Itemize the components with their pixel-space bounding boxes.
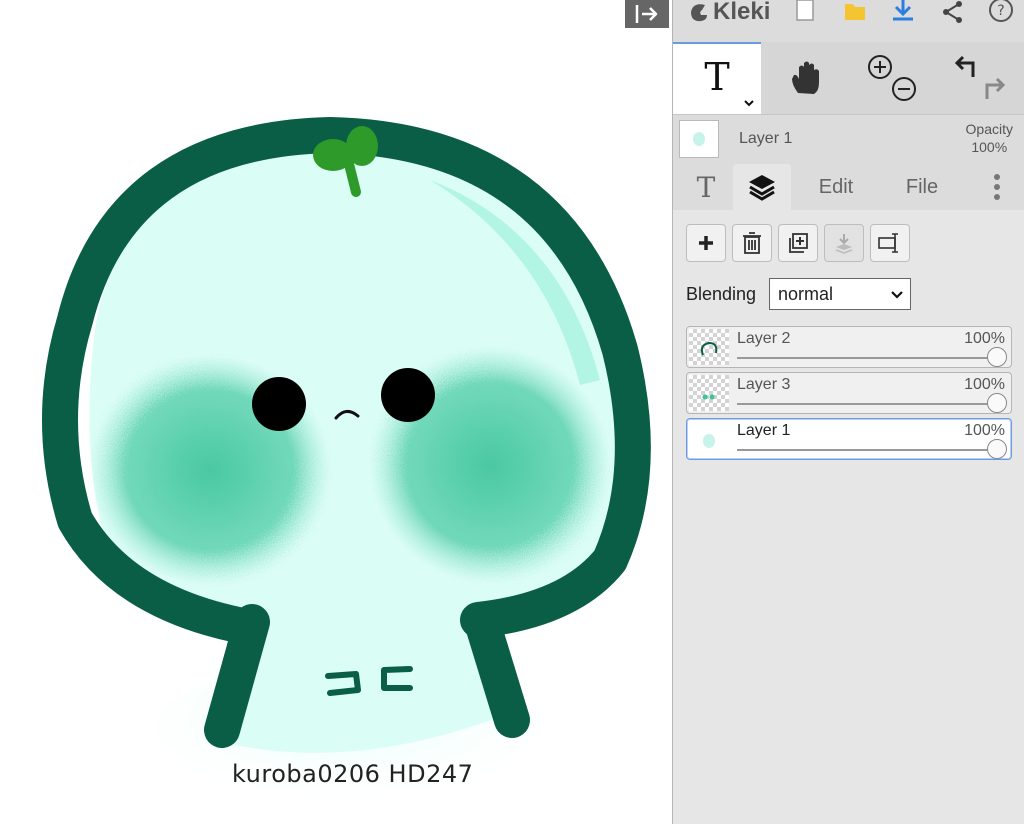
right-eye xyxy=(381,368,435,422)
layer-preview xyxy=(702,394,715,400)
layer-opacity: 100% xyxy=(964,376,1005,393)
plus-icon xyxy=(699,236,713,250)
layer-row-layer-3[interactable]: Layer 3 100% xyxy=(686,372,1012,414)
zoom-buttons[interactable] xyxy=(851,42,937,114)
text-tool-icon: T xyxy=(704,55,730,99)
duplicate-icon xyxy=(789,233,808,253)
blending-select[interactable]: normal xyxy=(769,278,911,310)
delete-layer-button[interactable] xyxy=(732,224,772,262)
opacity-readout: Opacity 100% xyxy=(966,120,1013,156)
tab-text[interactable]: T xyxy=(681,164,731,210)
folder-icon xyxy=(845,4,865,20)
current-layer-thumbnail[interactable] xyxy=(679,120,719,158)
layer-preview xyxy=(703,434,715,448)
layer-thumbnail xyxy=(689,329,729,365)
share-icon xyxy=(943,1,962,23)
chevron-down-icon[interactable] xyxy=(743,98,755,108)
layer-opacity-slider-handle[interactable] xyxy=(987,347,1007,367)
tool-row: T xyxy=(673,42,1024,115)
opacity-value: 100% xyxy=(971,139,1008,155)
blending-label: Blending xyxy=(686,284,757,304)
merge-down-button[interactable] xyxy=(824,224,864,262)
share-button[interactable] xyxy=(937,0,969,28)
layer-thumbnail xyxy=(689,421,729,457)
current-layer-info: Layer 1 Opacity 100% xyxy=(673,114,1024,164)
artwork-caption: kuroba0206 HD247 xyxy=(232,760,474,788)
merge-down-icon xyxy=(835,234,853,254)
layer-name: Layer 2 xyxy=(737,330,791,347)
zoom-in-out-icon xyxy=(868,55,916,101)
layer-opacity-slider-handle[interactable] xyxy=(987,439,1007,459)
tab-layers[interactable] xyxy=(733,164,791,210)
layer-row-layer-1[interactable]: Layer 1 100% xyxy=(686,418,1012,460)
save-download-button[interactable] xyxy=(887,0,919,28)
layer-thumbnail xyxy=(689,375,729,411)
toggle-panel-button[interactable] xyxy=(625,0,669,28)
new-file-icon xyxy=(796,0,814,21)
layer-opacity-slider-track[interactable] xyxy=(737,403,995,405)
tab-edit[interactable]: Edit xyxy=(801,164,871,210)
layer-preview xyxy=(700,341,718,356)
undo-redo-icon xyxy=(954,55,1006,99)
drawing-canvas[interactable]: kuroba0206 HD247 xyxy=(0,0,672,824)
help-button[interactable]: ? xyxy=(985,0,1017,28)
open-file-button[interactable] xyxy=(839,0,871,28)
layer-opacity-slider-track[interactable] xyxy=(737,449,995,451)
layer-row-layer-2[interactable]: Layer 2 100% xyxy=(686,326,1012,368)
rename-icon xyxy=(878,233,898,253)
layer-name: Layer 3 xyxy=(737,376,791,393)
text-tab-icon: T xyxy=(696,170,716,204)
hand-tool-button[interactable] xyxy=(761,42,851,114)
tab-file[interactable]: File xyxy=(887,164,957,210)
opacity-label: Opacity xyxy=(965,121,1013,137)
layer-opacity: 100% xyxy=(964,330,1005,347)
layers-panel: Blending normal Layer 2 100% Layer 3 100… xyxy=(673,210,1024,824)
top-bar: Kleki ? xyxy=(673,0,1024,40)
download-icon xyxy=(893,0,913,21)
left-eye xyxy=(252,377,306,431)
svg-text:?: ? xyxy=(997,3,1004,19)
layer-opacity: 100% xyxy=(964,422,1005,439)
artwork xyxy=(42,117,651,800)
panel-tabs: T Edit File xyxy=(673,164,1024,210)
hand-icon xyxy=(792,61,819,94)
help-icon: ? xyxy=(989,0,1013,22)
kleki-logo-icon xyxy=(691,4,707,22)
text-tool-button[interactable]: T xyxy=(673,42,761,114)
chevron-down-icon xyxy=(891,291,903,299)
app-logo: Kleki xyxy=(687,0,770,26)
trash-icon xyxy=(743,232,761,254)
layer-name: Layer 1 xyxy=(737,422,791,439)
collapse-arrow-icon xyxy=(635,5,658,23)
add-layer-button[interactable] xyxy=(686,224,726,262)
layers-icon xyxy=(749,175,775,201)
blending-value: normal xyxy=(778,283,834,304)
layer-opacity-slider-handle[interactable] xyxy=(987,393,1007,413)
side-panel: Kleki ? T Layer 1 Opacity 100% T Edit Fi… xyxy=(672,0,1024,824)
layer-opacity-slider-track[interactable] xyxy=(737,357,995,359)
more-vertical-icon xyxy=(994,174,1000,200)
current-layer-name: Layer 1 xyxy=(739,130,793,147)
tab-more[interactable] xyxy=(979,164,1015,210)
app-name: Kleki xyxy=(713,0,771,25)
layer-preview xyxy=(693,132,705,146)
duplicate-layer-button[interactable] xyxy=(778,224,818,262)
undo-redo-buttons[interactable] xyxy=(937,42,1024,114)
rename-layer-button[interactable] xyxy=(870,224,910,262)
new-file-button[interactable] xyxy=(789,0,821,28)
